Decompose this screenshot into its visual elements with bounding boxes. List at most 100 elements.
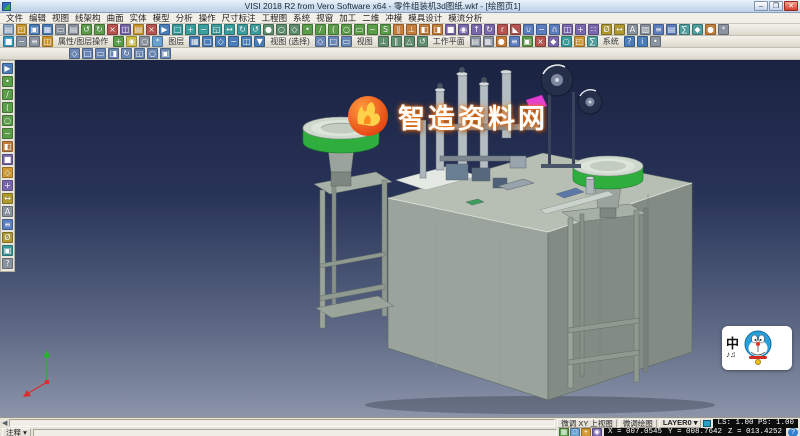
menu-item-实体[interactable]: 实体 [127,13,150,24]
zoom-window-icon[interactable]: □ [172,24,183,35]
point-tool-icon[interactable]: • [2,76,13,87]
hidden-line-mode-icon[interactable]: ◇ [289,24,300,35]
solid-cylinder-tool-icon[interactable]: ◉ [458,24,469,35]
line-tool-icon[interactable]: / [2,89,13,100]
hatch-tool-icon[interactable]: ▨ [640,24,651,35]
rotate-view-icon[interactable]: ↻ [237,24,248,35]
arc-tool-icon[interactable]: ( [2,102,13,113]
paste-icon[interactable]: ▤ [133,24,144,35]
dimension-tool-icon[interactable]: ↔ [614,24,625,35]
iso-view-icon[interactable]: ◇ [69,48,80,59]
menu-item-文件[interactable]: 文件 [3,13,26,24]
menu-item-二维[interactable]: 二维 [359,13,382,24]
sys-check-icon[interactable]: ▣ [522,36,533,47]
save-all-icon[interactable]: ▦ [42,24,53,35]
measure-tool-icon[interactable]: Ø [601,24,612,35]
open-file-icon[interactable]: ◰ [16,24,27,35]
sys-calc-icon[interactable]: ∑ [587,36,598,47]
sys-open-icon[interactable]: ◰ [574,36,585,47]
revolve-tool-icon[interactable]: ↻ [484,24,495,35]
draw-mode-indicator[interactable]: 微调绘图 [619,419,657,428]
curve-tool-icon[interactable]: ~ [2,128,13,139]
surface-tool-icon[interactable]: ◧ [2,141,13,152]
top-view-icon[interactable]: □ [82,48,93,59]
line-width-icon[interactable]: ≡ [29,36,40,47]
surface-tool-icon[interactable]: ◧ [419,24,430,35]
menu-item-模流分析[interactable]: 模流分析 [445,13,485,24]
sys-list-icon[interactable]: ≡ [509,36,520,47]
rectangle-tool-icon[interactable]: ▭ [354,24,365,35]
menu-item-冲模[interactable]: 冲模 [382,13,405,24]
osnap-mode-icon[interactable]: ◉ [592,428,602,436]
solid-tool-icon[interactable]: ■ [2,154,13,165]
text-tool-icon[interactable]: A [627,24,638,35]
zoom-out-icon[interactable]: − [198,24,209,35]
analysis-icon[interactable]: ∑ [679,24,690,35]
boolean-intersect-icon[interactable]: ∩ [549,24,560,35]
attribute-copy-icon[interactable]: ◫ [42,36,53,47]
dimension-tool-icon[interactable]: ↔ [2,193,13,204]
fillet-tool-icon[interactable]: r [497,24,508,35]
extrude-tool-icon[interactable]: ↑ [471,24,482,35]
select-color-icon[interactable]: ■ [3,36,14,47]
print-icon[interactable]: ▭ [55,24,66,35]
workplane-xy-icon[interactable]: ⊥ [378,36,389,47]
settings-icon[interactable]: * [718,24,729,35]
copy-icon[interactable]: ◫ [120,24,131,35]
move-tool-icon[interactable]: + [575,24,586,35]
info-icon[interactable]: i [637,36,648,47]
menu-item-曲面[interactable]: 曲面 [104,13,127,24]
trim-tool-icon[interactable]: ⊥ [406,24,417,35]
menu-item-模具设计[interactable]: 模具设计 [405,13,445,24]
redo-icon[interactable]: ↻ [94,24,105,35]
sketch-tool-icon[interactable]: ◇ [2,167,13,178]
viewport[interactable]: 智造资料网 中 ♪♫ [0,60,800,417]
front-view-icon[interactable]: ▭ [95,48,106,59]
cut-icon[interactable]: × [107,24,118,35]
layer-selector[interactable]: LAYER0 ▾ [659,419,702,428]
help-tool-icon[interactable]: ? [2,258,13,269]
pointer-tool-icon[interactable]: ▶ [2,63,13,74]
snap-tool-icon[interactable]: ▣ [2,245,13,256]
close-button[interactable]: ✕ [784,1,798,11]
note-input[interactable] [33,429,557,436]
workplane-reset-icon[interactable]: ↺ [417,36,428,47]
undo-icon[interactable]: ↺ [81,24,92,35]
rotate-view-icon[interactable]: ↻ [121,48,132,59]
circle-tool-icon[interactable]: ○ [2,115,13,126]
menu-item-操作[interactable]: 操作 [196,13,219,24]
boolean-union-icon[interactable]: ∪ [523,24,534,35]
menu-item-线架构[interactable]: 线架构 [72,13,104,24]
minimize-button[interactable]: – [754,1,768,11]
screen-mode-icon[interactable]: ▣ [160,48,171,59]
sys-circle-icon[interactable]: ○ [561,36,572,47]
spline-tool-icon[interactable]: S [380,24,391,35]
sys-material-icon[interactable]: ◆ [548,36,559,47]
view-front-icon[interactable]: ▭ [341,36,352,47]
select-icon[interactable]: ▶ [159,24,170,35]
plot-icon[interactable]: ▤ [68,24,79,35]
layer-manager-icon[interactable]: ≡ [653,24,664,35]
wireframe-mode-icon[interactable]: ○ [276,24,287,35]
menu-item-加工[interactable]: 加工 [336,13,359,24]
layer-off-icon[interactable]: ○ [139,36,150,47]
workplane-align-icon[interactable]: ∥ [391,36,402,47]
history-back-arrow[interactable]: ◀ [2,419,7,427]
current-color-swatch[interactable] [703,420,711,427]
polyline-tool-icon[interactable]: ~ [367,24,378,35]
about-icon[interactable]: • [650,36,661,47]
side-view-icon[interactable]: ◨ [108,48,119,59]
pan-icon[interactable]: ↔ [224,24,235,35]
previous-view-icon[interactable]: ↺ [250,24,261,35]
sys-delete-icon[interactable]: × [535,36,546,47]
text-tool-icon[interactable]: A [2,206,13,217]
layers-tool-icon[interactable]: ≡ [2,219,13,230]
layer-freeze-icon[interactable]: * [152,36,163,47]
menu-item-分析[interactable]: 分析 [173,13,196,24]
line-tool-icon[interactable]: / [315,24,326,35]
menu-item-编辑[interactable]: 编辑 [26,13,49,24]
left-feeder-stand[interactable] [314,172,394,328]
select-filter-icon[interactable]: ▼ [254,36,265,47]
line-type-icon[interactable]: − [16,36,27,47]
mirror-tool-icon[interactable]: ◫ [562,24,573,35]
